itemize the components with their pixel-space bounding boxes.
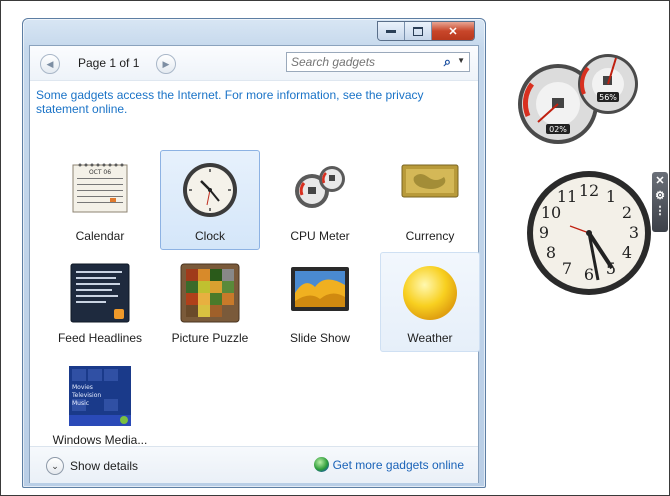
cpu-meter-icon bbox=[290, 161, 350, 214]
gadget-tile-calendar[interactable]: OCT 06 Calendar bbox=[50, 150, 150, 250]
privacy-info-line1: Some gadgets access the Internet. For mo… bbox=[36, 88, 424, 102]
clock-numeral-7: 7 bbox=[562, 259, 572, 278]
search-input[interactable] bbox=[291, 54, 431, 70]
gadget-tile-windows-media[interactable]: Movies Television Music Windows Media... bbox=[50, 354, 150, 454]
gadget-label: Calendar bbox=[75, 229, 125, 243]
gadget-label: Windows Media... bbox=[52, 433, 148, 447]
chevron-down-icon: ⌄ bbox=[46, 457, 64, 475]
gadget-label: Slide Show bbox=[289, 331, 351, 345]
clock-numeral-2: 2 bbox=[622, 203, 632, 222]
gadget-tile-picture-puzzle[interactable]: Picture Puzzle bbox=[160, 252, 260, 352]
feed-headlines-icon bbox=[70, 263, 130, 326]
grip-icon: ⋮ bbox=[654, 205, 666, 217]
close-button[interactable]: ✕ bbox=[432, 22, 474, 40]
chevron-right-icon: ▶ bbox=[162, 58, 170, 69]
desktop-cpu-meter-gadget[interactable]: 02% 56% bbox=[516, 50, 640, 149]
previous-page-button[interactable]: ◀ bbox=[40, 54, 60, 74]
close-icon: ✕ bbox=[655, 175, 665, 187]
show-details-label: Show details bbox=[70, 459, 139, 473]
media-item-television: Television bbox=[71, 392, 101, 399]
cpu-usage-readout: 02% bbox=[549, 125, 567, 134]
search-box[interactable]: ⌕ ▼ bbox=[286, 52, 470, 72]
clock-numeral-8: 8 bbox=[546, 243, 556, 262]
gadget-gallery-window: ✕ ◀ Page 1 of 1 ▶ ⌕ ▼ Some gadgets acces… bbox=[22, 18, 486, 488]
gadget-label: Picture Puzzle bbox=[171, 331, 249, 345]
calendar-icon: OCT 06 bbox=[72, 161, 128, 216]
weather-icon bbox=[400, 263, 460, 326]
privacy-info-line2: statement online. bbox=[36, 102, 128, 116]
gadget-tile-feed-headlines[interactable]: Feed Headlines bbox=[50, 252, 150, 352]
close-icon: ✕ bbox=[448, 25, 458, 38]
gadget-label: Clock bbox=[194, 229, 225, 243]
clock-numeral-1: 1 bbox=[606, 187, 616, 206]
desktop-clock-gadget[interactable]: 12 1 2 3 4 5 6 7 8 9 10 11 bbox=[526, 170, 652, 299]
chevron-down-icon[interactable]: ▼ bbox=[457, 56, 465, 65]
globe-icon bbox=[313, 457, 329, 472]
chevron-left-icon: ◀ bbox=[46, 58, 54, 69]
toolbar: ◀ Page 1 of 1 ▶ ⌕ ▼ bbox=[30, 46, 478, 81]
gadget-controls: ✕ ⚙ ⋮ bbox=[652, 172, 668, 232]
gadget-options-button[interactable]: ⚙ bbox=[654, 190, 666, 202]
currency-icon bbox=[400, 161, 460, 204]
gadget-tile-weather[interactable]: Weather bbox=[380, 252, 480, 352]
caption-buttons: ✕ bbox=[377, 21, 475, 41]
picture-puzzle-icon bbox=[180, 263, 240, 326]
gadget-label: Weather bbox=[407, 331, 453, 345]
gadget-tile-slide-show[interactable]: Slide Show bbox=[270, 252, 370, 352]
gadget-tile-currency[interactable]: Currency bbox=[380, 150, 480, 250]
media-item-music: Music bbox=[72, 400, 89, 407]
gadget-label: Feed Headlines bbox=[57, 331, 143, 345]
minimize-icon bbox=[386, 30, 396, 33]
memory-usage-readout: 56% bbox=[599, 93, 617, 102]
gadget-label: CPU Meter bbox=[290, 229, 350, 243]
gadget-tile-clock[interactable]: Clock bbox=[160, 150, 260, 250]
clock-numeral-9: 9 bbox=[539, 223, 549, 242]
wrench-icon: ⚙ bbox=[655, 190, 665, 202]
windows-media-icon: Movies Television Music bbox=[68, 365, 132, 430]
maximize-button[interactable] bbox=[405, 22, 432, 40]
clock-icon bbox=[181, 161, 239, 222]
maximize-icon bbox=[413, 26, 423, 36]
close-gadget-button[interactable]: ✕ bbox=[654, 175, 666, 187]
slide-show-icon bbox=[290, 263, 350, 316]
clock-numeral-11: 11 bbox=[557, 187, 577, 206]
gallery-content: ◀ Page 1 of 1 ▶ ⌕ ▼ Some gadgets access … bbox=[29, 45, 480, 483]
media-item-movies: Movies bbox=[72, 384, 93, 391]
clock-numeral-4: 4 bbox=[622, 243, 632, 262]
minimize-button[interactable] bbox=[378, 22, 405, 40]
page-indicator: Page 1 of 1 bbox=[78, 56, 140, 70]
search-icon[interactable]: ⌕ bbox=[444, 54, 451, 70]
privacy-info-link[interactable]: Some gadgets access the Internet. For mo… bbox=[36, 88, 436, 116]
next-page-button[interactable]: ▶ bbox=[156, 54, 176, 74]
drag-handle[interactable]: ⋮ bbox=[654, 205, 666, 217]
gadget-label: Currency bbox=[405, 229, 455, 243]
clock-numeral-3: 3 bbox=[629, 223, 639, 242]
clock-numeral-12: 12 bbox=[579, 181, 599, 200]
show-details-button[interactable]: ⌄ Show details bbox=[46, 457, 138, 475]
gallery-footer: ⌄ Show details Get more gadgets online bbox=[30, 446, 478, 483]
clock-numeral-6: 6 bbox=[584, 265, 594, 284]
calendar-month-label: OCT 06 bbox=[89, 169, 111, 176]
gadget-tile-cpu-meter[interactable]: CPU Meter bbox=[270, 150, 370, 250]
get-more-label: Get more gadgets online bbox=[332, 457, 464, 472]
get-more-gadgets-link[interactable]: Get more gadgets online bbox=[313, 457, 464, 472]
